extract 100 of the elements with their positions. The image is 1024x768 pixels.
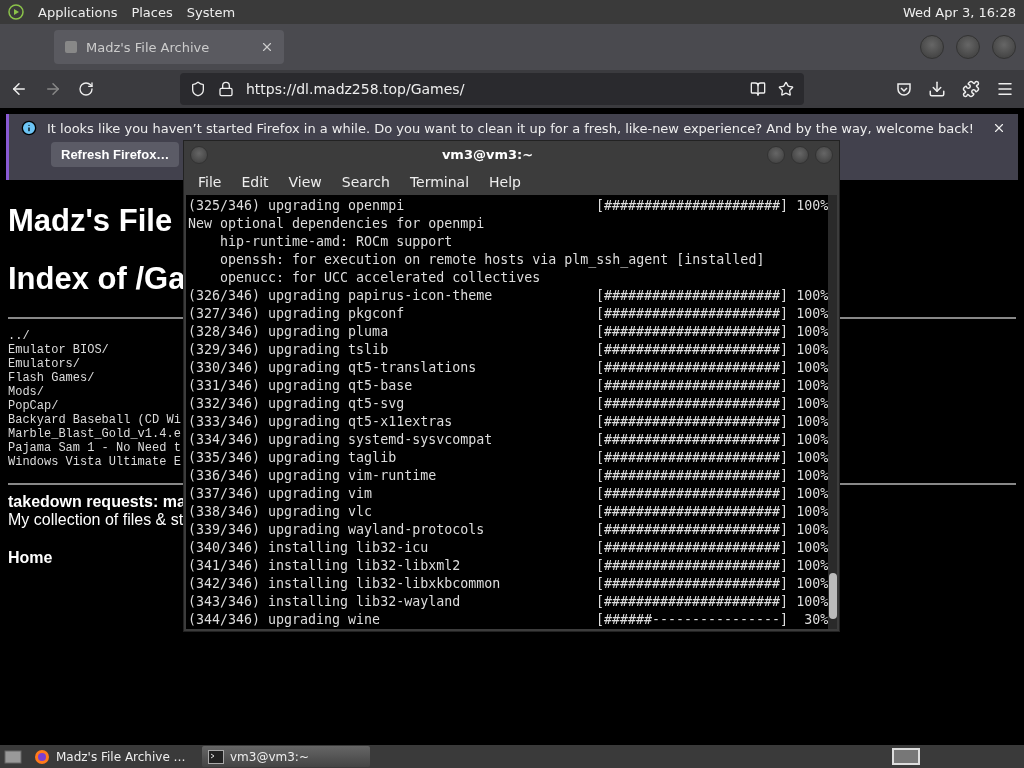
terminal-line: (330/346) upgrading qt5-translations	[188, 359, 478, 377]
percent-text: 100%	[795, 503, 829, 521]
menu-icon[interactable]	[996, 80, 1014, 98]
reload-icon[interactable]	[78, 81, 94, 97]
file-link[interactable]: Pajama Sam 1 - No Need t	[8, 441, 181, 455]
progress-bar-text: [######################]	[596, 521, 789, 539]
workspace-switcher[interactable]	[892, 748, 920, 765]
progress-bar-text: [######################]	[596, 485, 789, 503]
progress-bar-text: [######################]	[596, 575, 789, 593]
percent-text: 100%	[795, 197, 829, 215]
terminal-line: (327/346) upgrading pkgconf	[188, 305, 406, 323]
terminal-line: (338/346) upgrading vlc	[188, 503, 374, 521]
close-icon[interactable]	[992, 121, 1006, 135]
menu-item[interactable]: Edit	[231, 173, 279, 190]
percent-text: 100%	[795, 341, 829, 359]
progress-bar-text: [######################]	[596, 503, 789, 521]
percent-text: 100%	[795, 377, 829, 395]
progress-bar-text: [######################]	[596, 539, 789, 557]
panel-menu[interactable]: System	[186, 4, 236, 20]
percent-text: 100%	[795, 485, 829, 503]
taskbar-item[interactable]: Madz's File Archive …	[28, 746, 196, 767]
notification-message: It looks like you haven’t started Firefox in a while. Do you want to clean it up for a fresh, like-new experience? And by the way, welcome back!	[47, 120, 976, 136]
percent-text: 100%	[795, 395, 829, 413]
menu-item[interactable]: File	[188, 173, 232, 190]
menu-item[interactable]: Search	[331, 173, 400, 190]
terminal-line: (334/346) upgrading systemd-sysvcompat	[188, 431, 494, 449]
percent-text: 30%	[803, 611, 829, 629]
terminal-line: (339/346) upgrading wayland-protocols	[188, 521, 486, 539]
terminal-line: (333/346) upgrading qt5-x11extras	[188, 413, 454, 431]
percent-text: 100%	[795, 359, 829, 377]
window-title: vm3@vm3:~	[440, 147, 535, 162]
menu-item[interactable]: View	[278, 173, 332, 190]
terminal-line: (332/346) upgrading qt5-svg	[188, 395, 406, 413]
terminal-line: (343/346) installing lib32-wayland	[188, 593, 462, 611]
progress-bar-text: [######################]	[596, 197, 789, 215]
progress-bar-text: [######################]	[596, 359, 789, 377]
progress-bar-text: [######################]	[596, 287, 789, 305]
lock-icon[interactable]	[218, 81, 234, 97]
refresh-firefox-button[interactable]: Refresh Firefox…	[51, 142, 180, 167]
file-link[interactable]: Backyard Baseball (CD Wi	[8, 413, 181, 427]
bookmark-icon[interactable]	[778, 81, 794, 97]
terminal-line: hip-runtime-amd: ROCm support	[219, 233, 453, 251]
menu-item[interactable]: Terminal	[399, 173, 480, 190]
progress-bar-text: [######################]	[596, 323, 789, 341]
terminal-line: (342/346) installing lib32-libxkbcommon	[188, 575, 502, 593]
address-bar[interactable]: https://dl.madz258.top/Games/	[180, 73, 804, 105]
progress-bar-text: [######################]	[596, 467, 789, 485]
extensions-icon[interactable]	[962, 80, 980, 98]
clock: Wed Apr 3, 16:28	[902, 4, 1016, 20]
file-link[interactable]: Emulators/	[8, 357, 80, 371]
percent-text: 100%	[795, 413, 829, 431]
browser-tab[interactable]: Madz's File Archive	[54, 30, 284, 64]
back-icon[interactable]	[10, 80, 28, 98]
percent-text: 100%	[795, 449, 829, 467]
terminal-icon	[208, 749, 224, 764]
info-icon	[21, 120, 37, 136]
file-link[interactable]: Flash Games/	[8, 371, 95, 385]
progress-bar-text: [######################]	[596, 395, 789, 413]
home-link[interactable]: Home	[8, 549, 53, 567]
shield-icon[interactable]	[190, 81, 206, 97]
terminal-line: (336/346) upgrading vim-runtime	[188, 467, 438, 485]
download-icon[interactable]	[928, 80, 946, 98]
progress-bar-text: [######################]	[596, 305, 789, 323]
percent-text: 100%	[795, 557, 829, 575]
percent-text: 100%	[795, 575, 829, 593]
progress-bar-text: [######################]	[596, 593, 789, 611]
terminal-line: openssh: for execution on remote hosts via plm_ssh_agent [installed]	[219, 251, 765, 269]
browser-icon	[34, 748, 50, 765]
terminal-line: openucc: for UCC accelerated collectives	[219, 269, 541, 287]
panel-menu[interactable]: Applications	[38, 4, 118, 20]
file-link[interactable]: Mods/	[8, 385, 44, 399]
show-desktop-icon[interactable]	[4, 748, 22, 765]
terminal-line: (331/346) upgrading qt5-base	[188, 377, 414, 395]
progress-bar-text: [######################]	[596, 341, 789, 359]
file-link[interactable]: Windows Vista Ultimate E	[8, 455, 181, 469]
close-icon[interactable]	[260, 40, 274, 54]
progress-bar-text: [######################]	[596, 413, 789, 431]
percent-text: 100%	[795, 593, 829, 611]
pocket-icon[interactable]	[896, 81, 912, 97]
file-link[interactable]: Marble_Blast_Gold_v1.4.e	[8, 427, 181, 441]
terminal-line: (337/346) upgrading vim	[188, 485, 374, 503]
progress-bar-text: [######----------------]	[596, 611, 789, 629]
menu-item[interactable]: Help	[479, 173, 531, 190]
progress-bar-text: [######################]	[596, 431, 789, 449]
favicon-icon	[64, 40, 78, 54]
taskbar-item[interactable]: vm3@vm3:~	[202, 746, 370, 767]
file-link[interactable]: Emulator BIOS/	[8, 343, 109, 357]
reader-view-icon[interactable]	[750, 81, 766, 97]
description-text: My collection of files & st	[8, 511, 184, 529]
scrollbar[interactable]	[828, 195, 837, 629]
file-link[interactable]: PopCap/	[8, 399, 59, 413]
terminal-line: (328/346) upgrading pluma	[188, 323, 390, 341]
forward-icon[interactable]	[44, 80, 62, 98]
terminal-line: (344/346) upgrading wine	[188, 611, 382, 629]
percent-text: 100%	[795, 539, 829, 557]
percent-text: 100%	[795, 431, 829, 449]
page-heading: Madz's File	[8, 202, 173, 240]
menu-logo-icon[interactable]	[8, 4, 24, 20]
panel-menu[interactable]: Places	[131, 4, 173, 20]
file-link[interactable]: ../	[8, 329, 30, 343]
